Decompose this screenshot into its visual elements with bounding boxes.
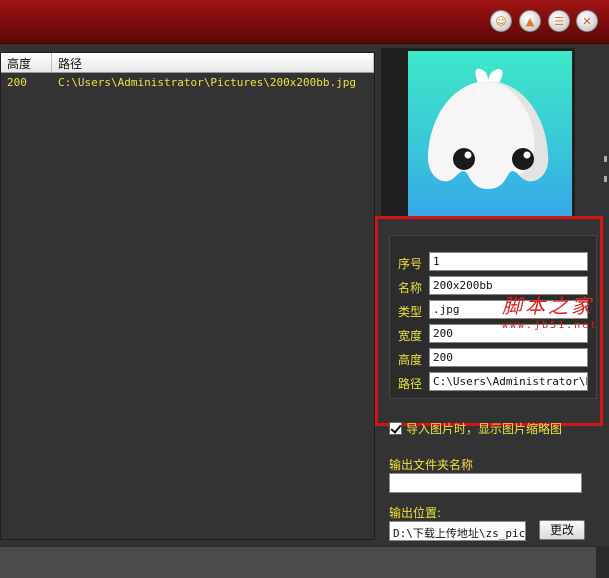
mascot-icon [427,68,549,189]
field-height: 高度 200 [390,348,598,368]
field-label: 类型 [398,305,423,319]
index-field[interactable]: 1 [429,252,588,271]
show-thumbnail-checkbox[interactable] [389,421,402,435]
image-list-table[interactable]: 高度 路径 200 C:\Users\Administrator\Picture… [0,52,375,540]
status-bar [0,546,609,578]
close-button[interactable]: ✕ [576,10,598,32]
up-arrow-icon: ▲ [525,14,535,28]
close-icon: ✕ [582,14,592,28]
skin-icon: ☺ [495,14,507,28]
watermark-text: 脚本之家 [502,294,594,318]
field-label: 路径 [398,377,423,391]
watermark: 脚本之家 www.jb51.net [502,290,598,331]
detail-panel: 序号 1 名称 200x200bb 类型 .jpg 宽度 200 高度 200 … [375,44,609,544]
title-bar: ☺ ▲ ☰ ✕ [0,0,609,44]
thumbnail-preview [381,48,575,217]
show-thumbnail-option[interactable]: 导入图片时，显示图片缩略图 [389,420,562,436]
field-index: 序号 1 [390,252,598,272]
image-info-highlight: 序号 1 名称 200x200bb 类型 .jpg 宽度 200 高度 200 … [375,216,603,426]
status-bar-edge [596,546,609,578]
field-label: 高度 [398,353,423,367]
change-location-button[interactable]: 更改 [539,520,585,540]
field-label: 宽度 [398,329,423,343]
field-path: 路径 C:\Users\Administrator\Pictures\200x2… [390,372,598,392]
column-header-path[interactable]: 路径 [52,53,374,72]
watermark-url: www.jb51.net [502,320,599,331]
field-label: 名称 [398,281,423,295]
path-field[interactable]: C:\Users\Administrator\Pictures\200x200b… [429,372,588,391]
height-field[interactable]: 200 [429,348,588,367]
scroll-marker [604,176,607,182]
output-folder-input[interactable] [389,473,582,493]
thumbnail-image [408,51,572,217]
field-label: 序号 [398,257,423,271]
output-location-label: 输出位置: [389,506,442,520]
skin-button[interactable]: ☺ [490,10,512,32]
cell-height: 200 [7,76,27,89]
table-header: 高度 路径 [1,53,374,73]
table-row[interactable]: 200 C:\Users\Administrator\Pictures\200x… [1,73,374,91]
cell-path: C:\Users\Administrator\Pictures\200x200b… [58,76,357,89]
list-icon: ☰ [554,14,564,28]
upload-button[interactable]: ▲ [519,10,541,32]
output-location-input[interactable]: D:\下载上传地址\zs_pic [389,521,526,541]
column-header-height[interactable]: 高度 [1,53,52,72]
scroll-marker [604,156,607,162]
menu-button[interactable]: ☰ [548,10,570,32]
image-info-form: 序号 1 名称 200x200bb 类型 .jpg 宽度 200 高度 200 … [389,235,597,399]
output-folder-label: 输出文件夹名称 [389,458,474,472]
show-thumbnail-label: 导入图片时，显示图片缩略图 [406,421,563,436]
